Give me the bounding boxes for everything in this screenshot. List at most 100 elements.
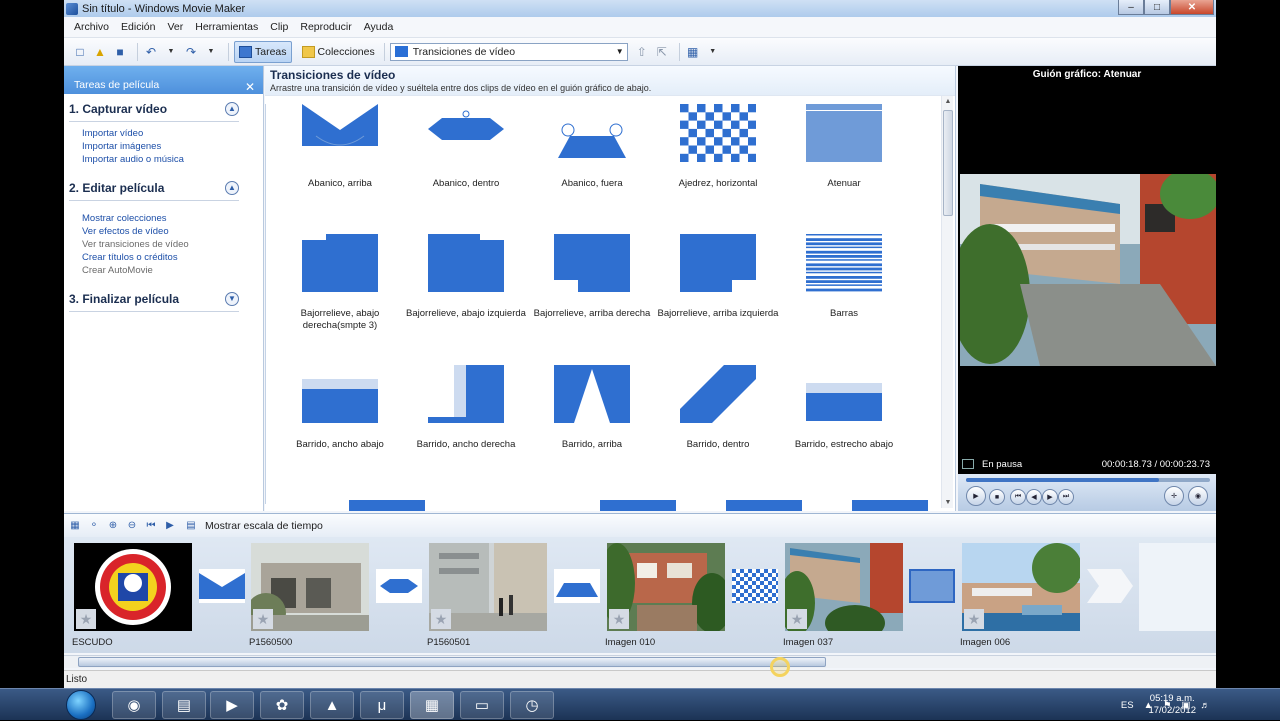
section-finalizar-header[interactable]: 3. Finalizar película ▼ [69,286,239,312]
adobe-app-icon[interactable]: ▲ [310,691,354,719]
empty-clip-slot[interactable] [1139,543,1216,631]
redo-icon[interactable]: ↷ [183,44,199,60]
transition-tile[interactable]: Barrido, ancho derecha [403,365,529,451]
zoom-in-icon[interactable]: ⊕ [106,519,120,533]
storyboard-clip[interactable]: ★ ESCUDO [72,543,192,648]
explorer-folder-icon[interactable]: ▤ [162,691,206,719]
show-timeline-button[interactable]: Mostrar escala de tiempo [205,520,323,532]
section-capturar-header[interactable]: 1. Capturar vídeo ▲ [69,96,239,122]
transition-tile[interactable]: Abanico, dentro [403,104,529,190]
undo-icon[interactable]: ↶ [143,44,159,60]
split-clip-icon[interactable]: ✛ [1164,486,1184,506]
link-crear-titulos[interactable]: Crear títulos o créditos [82,252,263,265]
chevron-up-icon[interactable]: ▲ [225,101,239,116]
transition-tile[interactable]: Barrido, ancho abajo [277,365,403,451]
storyboard-clip[interactable]: ★ Imagen 006 [960,543,1080,648]
transition-tile[interactable]: Bajorrelieve, abajo derecha(smpte 3) [277,234,403,332]
storyboard-clip[interactable]: ★ P1560501 [427,543,547,648]
close-button[interactable]: ✕ [1170,0,1214,15]
new-folder-icon[interactable]: ⇱ [654,44,670,60]
link-crear-automovie[interactable]: Crear AutoMovie [82,265,263,278]
chevron-down-icon[interactable]: ▼ [225,291,239,306]
previous-frame-icon[interactable]: ⏮ [1010,489,1026,505]
start-button[interactable] [66,690,96,720]
storyboard-scroll-thumb[interactable] [78,657,826,667]
link-ver-efectos[interactable]: Ver efectos de vídeo [82,226,263,239]
vertical-scrollbar[interactable]: ▲ ▼ [941,96,953,508]
volume-icon[interactable]: ♬ [1201,700,1211,711]
redo-dropdown-icon[interactable]: ▼ [203,44,219,60]
transition-slot[interactable] [376,569,422,603]
transition-slot[interactable] [732,569,778,603]
transition-tile[interactable]: Bajorrelieve, arriba izquierda [655,234,781,320]
transition-slot[interactable] [1087,569,1133,603]
maximize-button[interactable]: □ [1144,0,1170,15]
transition-tile[interactable]: Barrido, arriba [529,365,655,451]
play-icon[interactable]: ▶ [966,486,986,506]
transition-tile[interactable]: Abanico, arriba [277,104,403,190]
clock[interactable]: 05:19 a.m. 17/02/2012 [1148,693,1196,717]
transition-tile[interactable]: Bajorrelieve, arriba derecha [529,234,655,320]
transition-slot[interactable] [554,569,600,603]
transition-tile[interactable]: Barras [781,234,907,320]
timeline-icon[interactable]: ▤ [184,519,198,533]
link-importar-imagenes[interactable]: Importar imágenes [82,141,263,154]
forward-icon[interactable]: ▶ [1042,489,1058,505]
transition-tile[interactable]: Atenuar [781,104,907,190]
close-pane-icon[interactable]: ✕ [245,80,255,94]
stop-icon[interactable]: ■ [989,489,1005,505]
views-icon[interactable]: ▦ [685,44,701,60]
zoom-out-icon[interactable]: ⊖ [125,519,139,533]
section-editar-header[interactable]: 2. Editar película ▲ [69,175,239,201]
link-importar-video[interactable]: Importar vídeo [82,128,263,141]
storyboard-clip[interactable]: ★ P1560500 [249,543,369,648]
transition-tile[interactable]: Barrido, dentro [655,365,781,451]
storyboard-clip[interactable]: ★ Imagen 037 [783,543,903,648]
transition-slot-selected[interactable] [909,569,955,603]
next-frame-icon[interactable]: ⏭ [1058,489,1074,505]
transition-tile[interactable]: Ajedrez, horizontal [655,104,781,190]
media-player-icon[interactable]: ▶ [210,691,254,719]
menu-herramientas[interactable]: Herramientas [195,21,258,33]
tareas-button[interactable]: Tareas [234,40,292,63]
menu-edicion[interactable]: Edición [121,21,155,33]
rewind-storyboard-icon[interactable]: ⏮ [144,519,158,533]
rewind-icon[interactable]: ◀ [1026,489,1042,505]
movie-maker-taskbar-icon[interactable]: ▦ [410,691,454,719]
network-app-icon[interactable]: ✿ [260,691,304,719]
scroll-up-icon[interactable]: ▲ [942,98,954,105]
speedometer-app-icon[interactable]: ◷ [510,691,554,719]
chrome-icon[interactable]: ◉ [112,691,156,719]
link-importar-audio[interactable]: Importar audio o música [82,154,263,167]
menu-clip[interactable]: Clip [270,21,288,33]
menu-archivo[interactable]: Archivo [74,21,109,33]
up-level-icon[interactable]: ⇧ [634,44,650,60]
language-indicator[interactable]: ES [1121,700,1134,711]
chevron-up-icon[interactable]: ▲ [225,180,239,195]
storyboard-icon[interactable]: ▦ [68,519,82,533]
storyboard-scrollbar[interactable] [64,655,1216,668]
narrate-icon[interactable]: ⚬ [87,519,101,533]
scroll-down-icon[interactable]: ▼ [942,499,954,506]
transition-tile[interactable]: Barrido, estrecho abajo [781,365,907,451]
new-project-icon[interactable]: □ [72,44,88,60]
link-mostrar-colecciones[interactable]: Mostrar colecciones [82,213,263,226]
menu-ver[interactable]: Ver [167,21,183,33]
scroll-thumb[interactable] [943,110,953,216]
views-dropdown-icon[interactable]: ▼ [705,44,721,60]
menu-ayuda[interactable]: Ayuda [364,21,394,33]
utorrent-icon[interactable]: μ [360,691,404,719]
snapshot-icon[interactable]: ◉ [1188,486,1208,506]
link-ver-transiciones[interactable]: Ver transiciones de vídeo [82,239,263,252]
minimize-button[interactable]: – [1118,0,1144,15]
storyboard-clip[interactable]: ★ Imagen 010 [605,543,725,648]
seek-bar[interactable] [966,478,1210,482]
transition-tile[interactable]: Bajorrelieve, abajo izquierda [403,234,529,320]
transition-tile[interactable]: Abanico, fuera [529,104,655,190]
menu-reproducir[interactable]: Reproducir [300,21,351,33]
save-project-icon[interactable]: ■ [112,44,128,60]
undo-dropdown-icon[interactable]: ▼ [163,44,179,60]
collection-combo[interactable]: Transiciones de vídeo ▼ [389,42,628,61]
colecciones-button[interactable]: Colecciones [298,41,379,63]
paint-app-icon[interactable]: ▭ [460,691,504,719]
